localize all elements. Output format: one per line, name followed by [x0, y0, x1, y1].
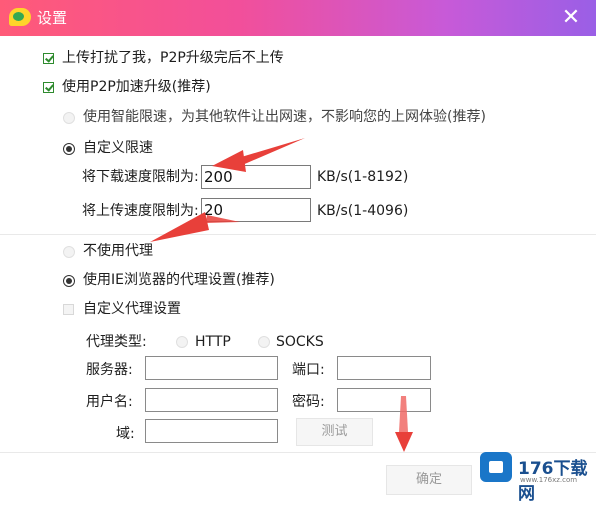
- arrow-down-icon: [395, 396, 413, 452]
- annotation-arrows: [150, 138, 413, 452]
- arrow-upload-icon: [150, 212, 240, 242]
- arrow-download-icon: [212, 138, 305, 172]
